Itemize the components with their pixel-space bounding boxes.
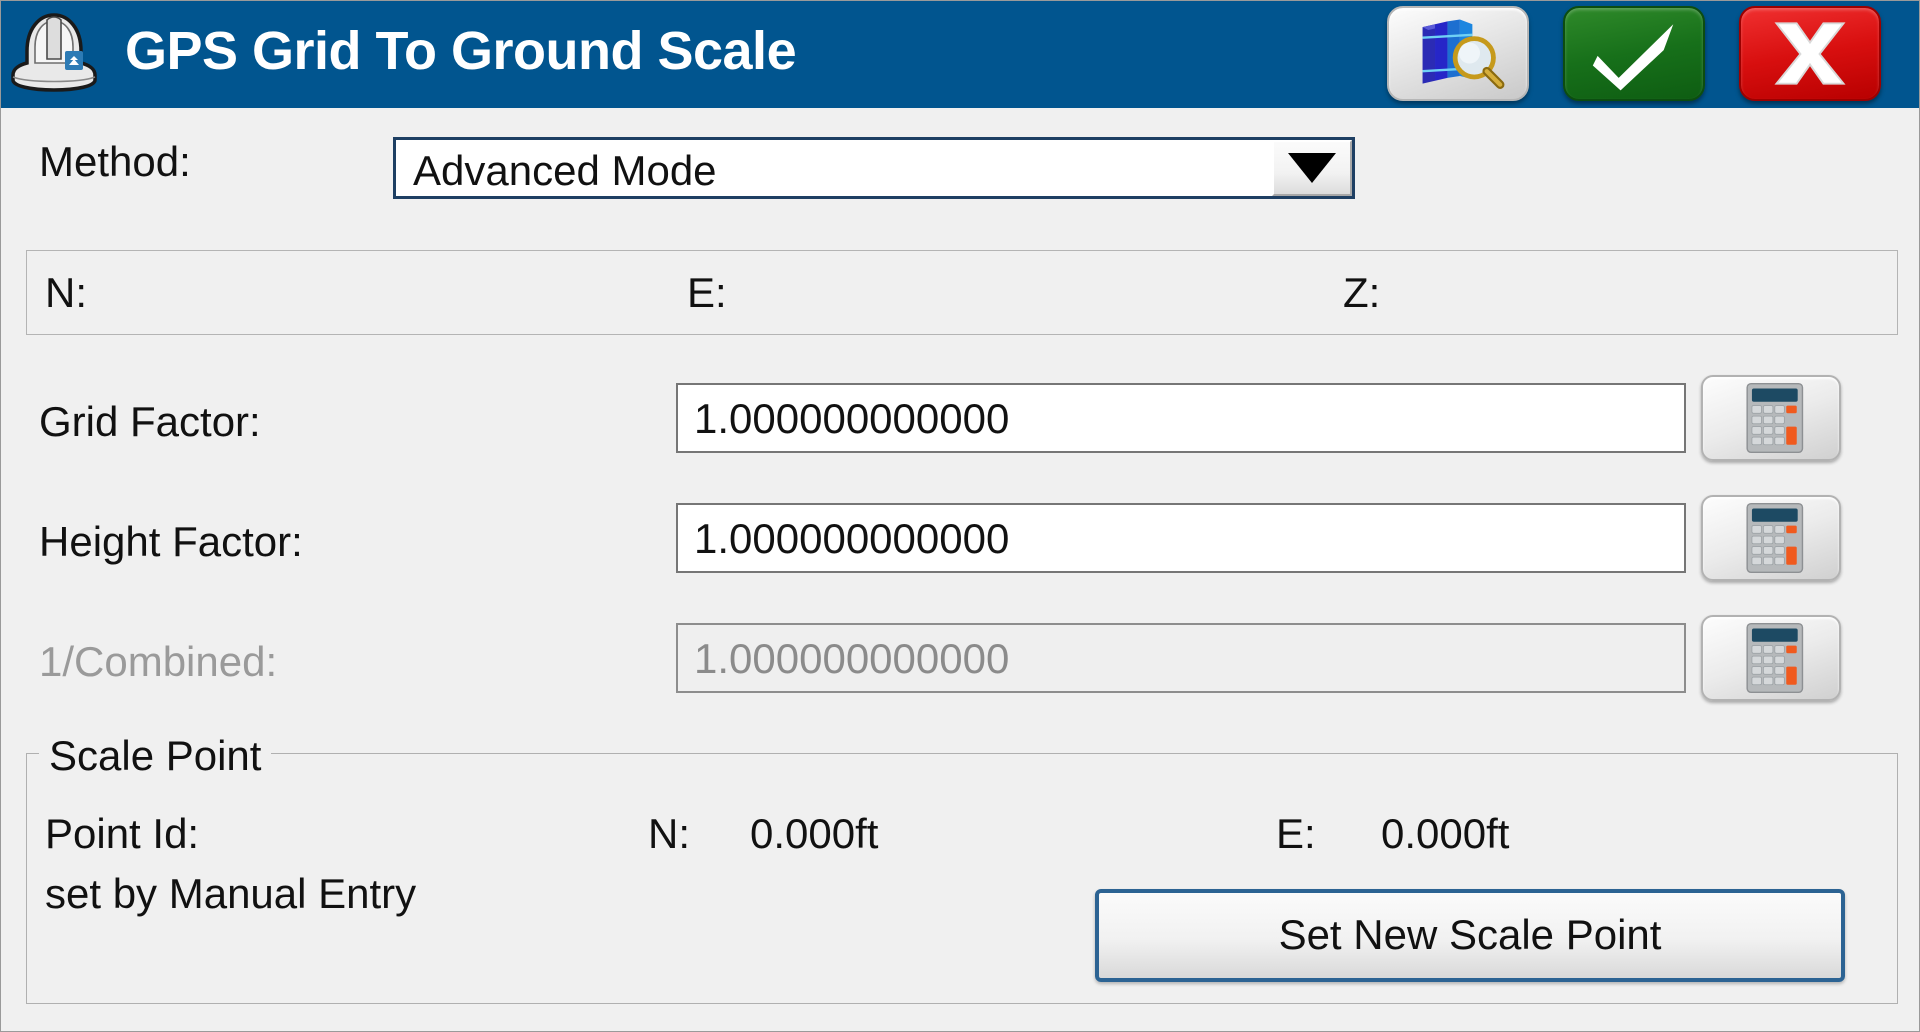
- elevation-label: Z:: [1343, 269, 1381, 316]
- cancel-button[interactable]: [1739, 6, 1881, 101]
- scale-point-easting-value: 0.000ft: [1381, 810, 1510, 857]
- title-bar: GPS Grid To Ground Scale: [1, 1, 1919, 108]
- grid-factor-label: Grid Factor:: [39, 398, 261, 445]
- height-factor-input[interactable]: 1.000000000000: [676, 503, 1686, 573]
- set-new-scale-point-label: Set New Scale Point: [1278, 911, 1662, 958]
- calculator-icon: [1746, 382, 1804, 454]
- grid-factor-calculator-button[interactable]: [1701, 375, 1841, 461]
- method-dropdown[interactable]: Advanced Mode: [393, 137, 1355, 199]
- one-over-combined-value: 1.000000000000: [694, 635, 1010, 682]
- scale-point-northing-label: N:: [648, 810, 690, 857]
- books-magnifier-icon: [1422, 19, 1505, 89]
- grid-factor-value: 1.000000000000: [694, 395, 1010, 442]
- method-dropdown-arrow-button[interactable]: [1272, 140, 1352, 196]
- scale-point-legend: Scale Point: [39, 732, 272, 780]
- method-label: Method:: [39, 138, 191, 185]
- one-over-combined-calculator-button[interactable]: [1701, 615, 1841, 701]
- set-new-scale-point-button[interactable]: Set New Scale Point: [1095, 889, 1845, 982]
- gps-grid-to-ground-scale-dialog: GPS Grid To Ground Scale Method: Advance…: [0, 0, 1920, 1032]
- coordinates-group: [26, 250, 1898, 335]
- height-factor-calculator-button[interactable]: [1701, 495, 1841, 581]
- point-id-label: Point Id:: [45, 810, 200, 857]
- scale-point-source-text: set by Manual Entry: [45, 870, 417, 917]
- calculator-icon: [1746, 622, 1804, 694]
- x-mark-icon: [1774, 22, 1846, 85]
- page-title: GPS Grid To Ground Scale: [125, 21, 797, 81]
- grid-factor-input[interactable]: 1.000000000000: [676, 383, 1686, 453]
- calculator-icon: [1746, 502, 1804, 574]
- hard-hat-icon: [5, 7, 103, 95]
- height-factor-value: 1.000000000000: [694, 515, 1010, 562]
- help-button[interactable]: [1387, 6, 1529, 101]
- height-factor-label: Height Factor:: [39, 518, 303, 565]
- scale-point-easting-label: E:: [1276, 810, 1316, 857]
- one-over-combined-label: 1/Combined:: [39, 638, 278, 685]
- accept-button[interactable]: [1563, 6, 1705, 101]
- easting-label: E:: [687, 269, 727, 316]
- northing-label: N:: [45, 269, 87, 316]
- scale-point-northing-value: 0.000ft: [750, 810, 879, 857]
- check-mark-icon: [1592, 24, 1674, 91]
- method-selected-value: Advanced Mode: [413, 147, 717, 194]
- chevron-down-icon: [1288, 153, 1336, 183]
- one-over-combined-input: 1.000000000000: [676, 623, 1686, 693]
